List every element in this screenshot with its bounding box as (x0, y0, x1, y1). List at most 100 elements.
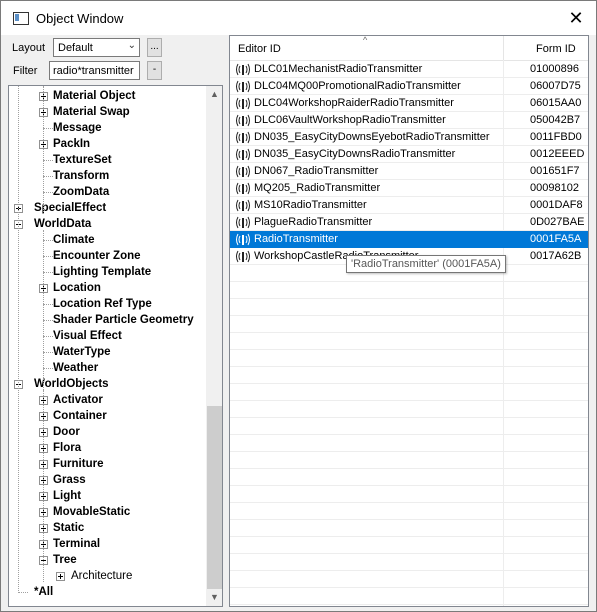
editor-id-cell: MS10RadioTransmitter (254, 199, 367, 211)
tree-connector (18, 86, 19, 591)
tree-rows: Material Object Material Swap Message PackI… (9, 86, 206, 606)
editor-id-cell: DN035_EasyCityDownsRadioTransmitter (254, 148, 456, 160)
column-separator[interactable] (503, 36, 504, 60)
radio-transmitter-icon (235, 148, 251, 161)
table-row[interactable]: DN035_EasyCityDownsRadioTransmitter 0012E… (230, 146, 588, 163)
row-gridline (230, 332, 588, 333)
tree-item[interactable]: WaterType (53, 344, 111, 360)
scroll-down-arrow-icon[interactable]: ▼ (206, 589, 222, 606)
table-row[interactable]: DN067_RadioTransmitter 001651F7 (230, 163, 588, 180)
tree-connector (43, 176, 53, 177)
row-gridline (230, 366, 588, 367)
tree-item[interactable]: Shader Particle Geometry (53, 312, 194, 328)
row-gridline (230, 451, 588, 452)
tree-connector (43, 86, 44, 214)
tree-item[interactable]: Grass (53, 472, 86, 488)
tree-item[interactable]: Material Swap (53, 104, 130, 120)
scrollbar-thumb[interactable] (207, 406, 222, 589)
radio-transmitter-icon (235, 250, 251, 263)
layout-value: Default (58, 42, 93, 54)
form-id-cell: 00098102 (530, 182, 579, 194)
tree-item[interactable]: Furniture (53, 456, 103, 472)
tree-item[interactable]: Material Object (53, 88, 135, 104)
layout-dropdown[interactable]: Default ⌄ (53, 38, 140, 57)
editor-id-cell: DLC04MQ00PromotionalRadioTransmitter (254, 80, 461, 92)
filter-label: Filter (13, 65, 38, 77)
tree-item[interactable]: Lighting Template (53, 264, 151, 280)
tree-item[interactable]: Door (53, 424, 80, 440)
tree-item[interactable]: Architecture (71, 568, 132, 584)
editor-id-cell: PlagueRadioTransmitter (254, 216, 373, 228)
tree-item[interactable]: Location Ref Type (53, 296, 152, 312)
tree-item[interactable]: Visual Effect (53, 328, 122, 344)
tree-item[interactable]: Message (53, 120, 102, 136)
tree-scrollbar[interactable]: ▲ ▼ (206, 86, 222, 606)
tree-connector (43, 192, 53, 193)
tree-expand-icon[interactable] (56, 572, 65, 581)
tree-item[interactable]: *All (34, 584, 53, 600)
tree-item[interactable]: Weather (53, 360, 98, 376)
tree-connector (43, 272, 53, 273)
editor-id-cell: MQ205_RadioTransmitter (254, 182, 381, 194)
table-row[interactable]: MS10RadioTransmitter 0001DAF8 (230, 197, 588, 214)
table-row[interactable]: DLC01MechanistRadioTransmitter 01000896 (230, 61, 588, 78)
row-gridline (230, 468, 588, 469)
column-header-editor-id[interactable]: Editor ID (238, 43, 281, 55)
object-list[interactable]: Editor ID ^ Form ID DLC01MechanistRadioT… (229, 35, 589, 607)
form-id-cell: 01000896 (530, 63, 579, 75)
tree-connector (43, 240, 53, 241)
editor-id-cell: DLC01MechanistRadioTransmitter (254, 63, 423, 75)
sort-ascending-icon: ^ (363, 35, 368, 45)
row-gridline (230, 519, 588, 520)
radio-transmitter-icon (235, 80, 251, 93)
row-gridline (230, 553, 588, 554)
layout-more-button[interactable]: ... (147, 38, 162, 57)
filter-clear-button[interactable]: - (147, 61, 162, 80)
row-gridline (230, 485, 588, 486)
tree-item[interactable]: Static (53, 520, 84, 536)
table-row[interactable]: MQ205_RadioTransmitter 00098102 (230, 180, 588, 197)
table-row[interactable]: RadioTransmitter 0001FA5A (230, 231, 588, 248)
tree-item[interactable]: Flora (53, 440, 81, 456)
tree-connector (43, 256, 53, 257)
tree-connector (43, 390, 44, 582)
tree-item[interactable]: Climate (53, 232, 95, 248)
table-row[interactable]: PlagueRadioTransmitter 0D027BAE (230, 214, 588, 231)
list-header: Editor ID ^ Form ID (230, 36, 588, 61)
layout-label: Layout (12, 42, 46, 54)
tree-item[interactable]: Transform (53, 168, 109, 184)
tree-item[interactable]: MovableStatic (53, 504, 130, 520)
radio-transmitter-icon (235, 182, 251, 195)
radio-transmitter-icon (235, 216, 251, 229)
tree-connector (43, 128, 53, 129)
tree-item[interactable]: Terminal (53, 536, 100, 552)
form-id-cell: 0012EEED (530, 148, 585, 160)
editor-id-cell: DN035_EasyCityDownsEyebotRadioTransmitte… (254, 131, 490, 143)
tree-item[interactable]: Tree (53, 552, 77, 568)
filter-input[interactable] (49, 61, 140, 80)
table-row[interactable]: DLC04MQ00PromotionalRadioTransmitter 0600… (230, 78, 588, 95)
item-tooltip: 'RadioTransmitter' (0001FA5A) (346, 255, 506, 273)
title-bar[interactable]: Object Window ✕ (1, 1, 596, 35)
tree-item[interactable]: Light (53, 488, 81, 504)
tree-item[interactable]: Activator (53, 392, 103, 408)
category-tree[interactable]: Material Object Material Swap Message PackI… (8, 85, 223, 607)
scroll-up-arrow-icon[interactable]: ▲ (206, 86, 222, 103)
row-gridline (230, 298, 588, 299)
tree-connector (43, 304, 53, 305)
table-row[interactable]: DN035_EasyCityDownsEyebotRadioTransmitte… (230, 129, 588, 146)
tree-item[interactable]: Encounter Zone (53, 248, 141, 264)
tree-item[interactable]: SpecialEffect (34, 200, 106, 216)
form-id-cell: 0011FBD0 (530, 131, 582, 143)
tree-item[interactable]: Location (53, 280, 101, 296)
tree-item[interactable]: TextureSet (53, 152, 112, 168)
column-header-form-id[interactable]: Form ID (536, 43, 576, 55)
table-row[interactable]: DLC04WorkshopRaiderRadioTransmitter 06015… (230, 95, 588, 112)
table-row[interactable]: DLC06VaultWorkshopRadioTransmitter 050042… (230, 112, 588, 129)
row-gridline (230, 417, 588, 418)
tree-item[interactable]: Container (53, 408, 107, 424)
tree-item[interactable]: WorldObjects (34, 376, 109, 392)
close-button[interactable]: ✕ (561, 5, 591, 31)
tree-item[interactable]: ZoomData (53, 184, 109, 200)
tree-item[interactable]: PackIn (53, 136, 90, 152)
